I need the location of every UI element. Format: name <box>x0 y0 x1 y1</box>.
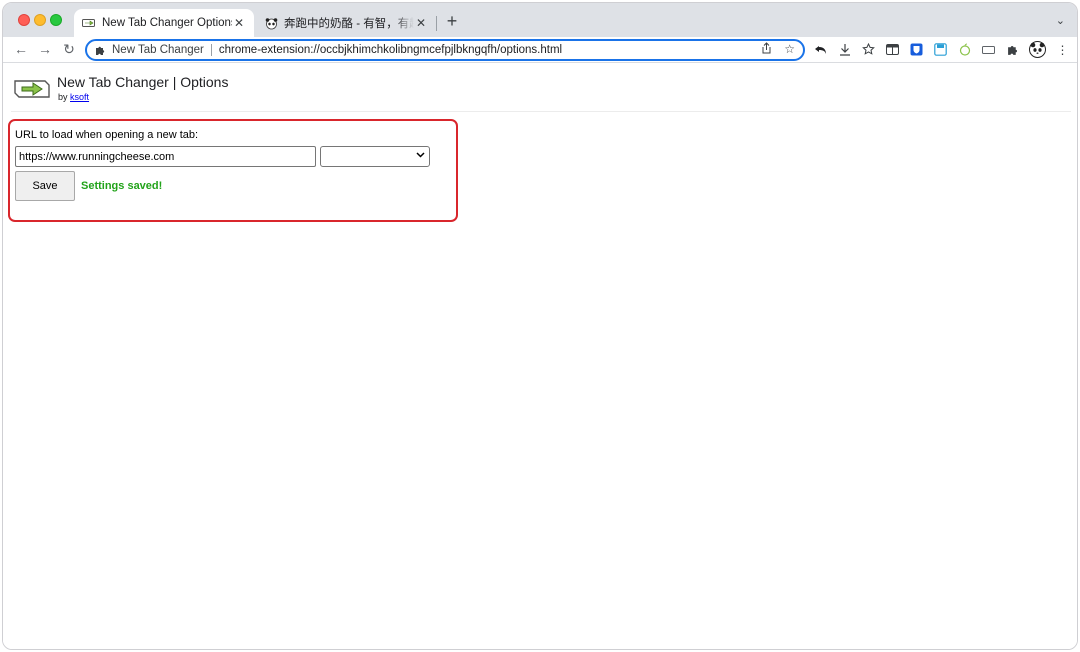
tab-title: 奔跑中的奶酪 - 有智，有趣， <box>284 18 414 30</box>
tab-strip: New Tab Changer Options ✕ 奔跑中的奶酪 - 有智，有趣… <box>3 3 1077 37</box>
status-message: Settings saved! <box>81 180 163 192</box>
options-panel: URL to load when opening a new tab: Save… <box>8 119 458 222</box>
extensions-puzzle-icon[interactable] <box>1005 42 1020 57</box>
tab-title: New Tab Changer Options <box>102 17 232 29</box>
save-disk-icon[interactable] <box>933 42 948 57</box>
bitwarden-icon[interactable] <box>909 42 924 57</box>
author-link[interactable]: ksoft <box>70 92 89 102</box>
page-title: New Tab Changer | Options <box>57 74 229 90</box>
site-chip: New Tab Changer <box>112 44 204 56</box>
reading-list-icon[interactable] <box>861 42 876 57</box>
puzzle-icon <box>94 44 106 56</box>
window-frame-icon[interactable] <box>981 42 996 57</box>
maximize-window-button[interactable] <box>50 14 62 26</box>
bookmark-star-icon[interactable]: ☆ <box>784 42 795 57</box>
byline: by ksoft <box>58 92 89 102</box>
browser-toolbar: ← → ↻ New Tab Changer chrome-extension:/… <box>3 37 1077 63</box>
tab-new-tab-changer-options[interactable]: New Tab Changer Options ✕ <box>74 9 254 37</box>
tab-separator <box>436 16 437 31</box>
preset-select[interactable] <box>320 146 430 167</box>
address-bar[interactable]: New Tab Changer chrome-extension://occbj… <box>85 39 805 61</box>
minimize-window-button[interactable] <box>34 14 46 26</box>
chevron-down-icon <box>416 150 425 162</box>
url-text: chrome-extension://occbjkhimchkolibngmce… <box>218 44 563 56</box>
reload-icon[interactable]: ↻ <box>61 41 77 57</box>
new-tab-button[interactable]: + <box>443 12 461 31</box>
arrow-icon <box>82 16 96 30</box>
new-tab-changer-logo-icon <box>13 77 51 101</box>
save-button[interactable]: Save <box>15 171 75 201</box>
tab-manager-icon[interactable] <box>885 42 900 57</box>
options-page: New Tab Changer | Options by ksoft URL t… <box>3 64 1077 649</box>
url-label: URL to load when opening a new tab: <box>15 129 199 141</box>
browser-window: New Tab Changer Options ✕ 奔跑中的奶酪 - 有智，有趣… <box>2 2 1078 650</box>
apple-leaf-icon[interactable] <box>957 42 972 57</box>
download-icon[interactable] <box>837 42 852 57</box>
tab-search-chevron-icon[interactable]: ⌄ <box>1056 14 1065 27</box>
close-tab-icon[interactable]: ✕ <box>232 16 246 30</box>
omnibox-divider <box>210 44 212 56</box>
tab-runningcheese[interactable]: 奔跑中的奶酪 - 有智，有趣， ✕ <box>256 9 436 37</box>
forward-arrow-icon[interactable]: → <box>37 41 53 57</box>
close-tab-icon[interactable]: ✕ <box>414 16 428 30</box>
undo-icon[interactable] <box>813 42 828 57</box>
profile-avatar-icon[interactable] <box>1029 41 1046 58</box>
url-input[interactable] <box>15 146 316 167</box>
page-header: New Tab Changer | Options by ksoft <box>11 72 1071 112</box>
back-arrow-icon[interactable]: ← <box>13 41 29 57</box>
byline-prefix: by <box>58 92 68 102</box>
close-window-button[interactable] <box>18 14 30 26</box>
share-icon[interactable] <box>761 42 772 57</box>
panda-icon <box>264 16 278 30</box>
menu-kebab-icon[interactable]: ⋮ <box>1055 42 1070 57</box>
